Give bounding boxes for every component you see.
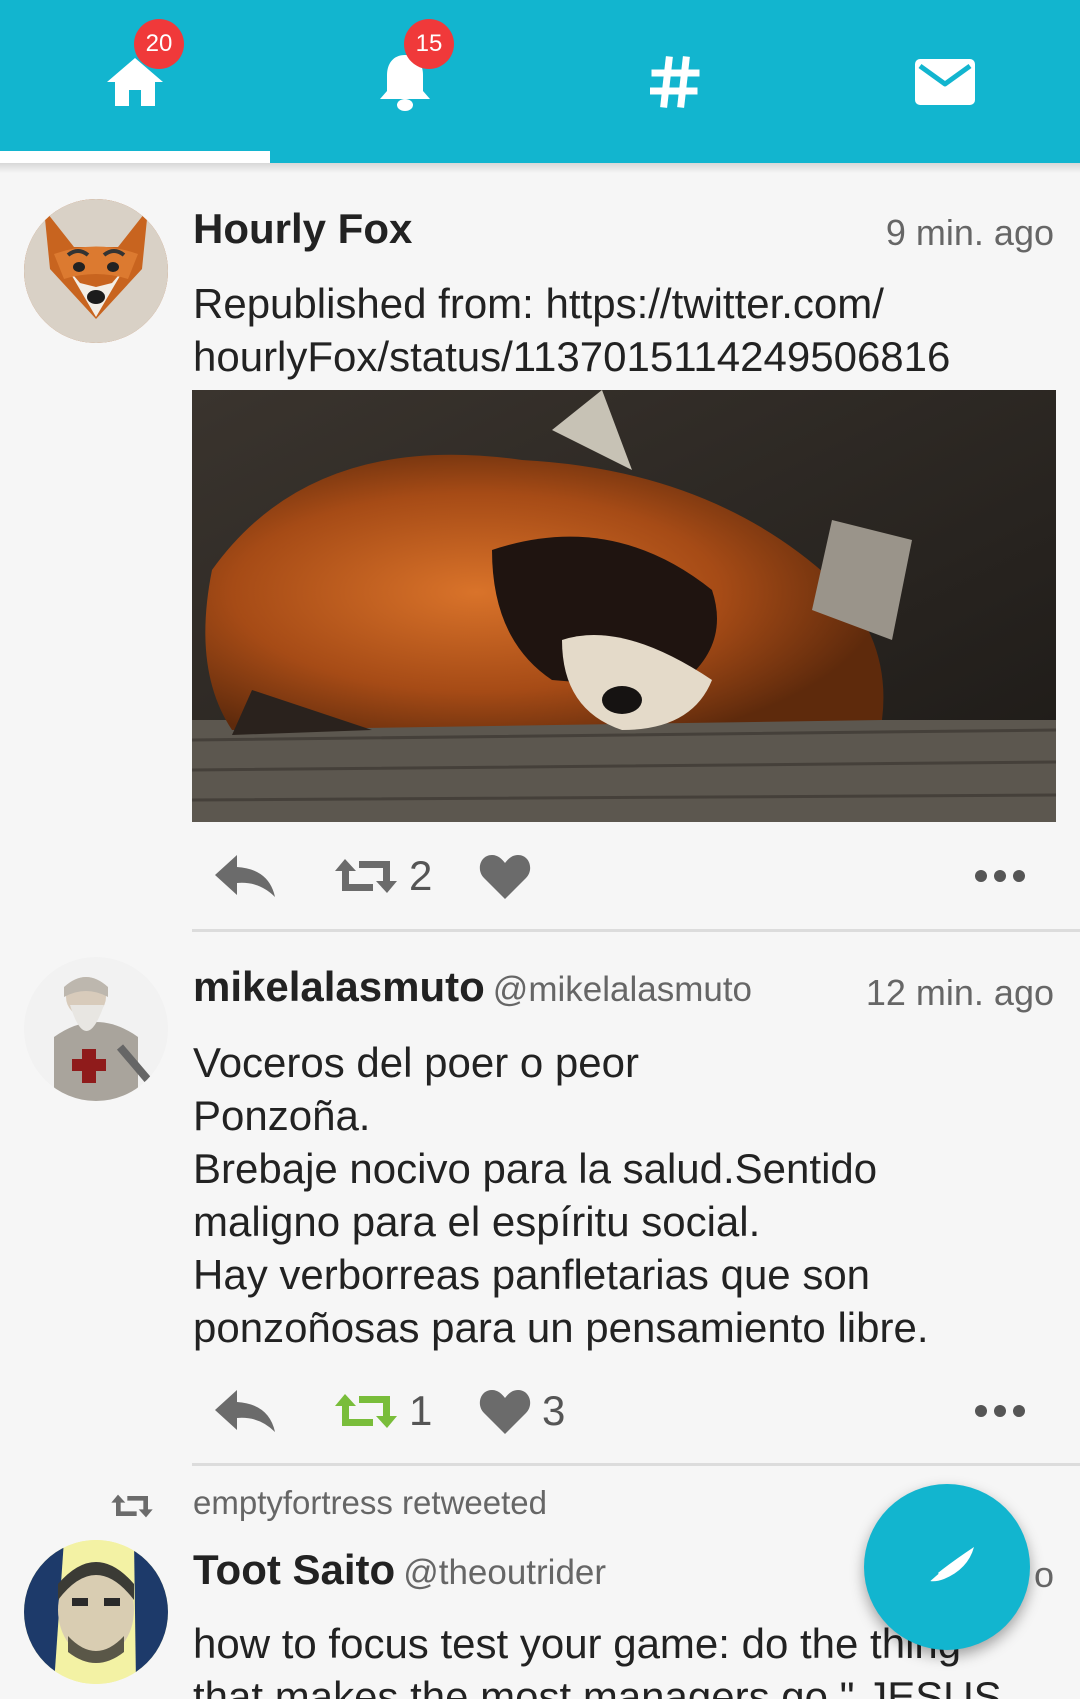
- username: @theoutrider: [403, 1553, 607, 1592]
- reblog-button[interactable]: 2: [333, 846, 432, 906]
- fox-avatar-image: [24, 199, 168, 343]
- status-actions: 2: [193, 846, 1053, 906]
- more-options-button[interactable]: [975, 1381, 1025, 1441]
- more-horizontal-icon: [975, 1405, 1025, 1417]
- author-name[interactable]: Toot Saito @theoutrider: [193, 1546, 606, 1594]
- reblog-count: 1: [409, 1387, 433, 1434]
- heart-icon: [479, 1390, 531, 1434]
- repeat-icon: [335, 859, 397, 893]
- avatar[interactable]: [24, 957, 168, 1101]
- username: @mikelalasmuto: [492, 970, 753, 1009]
- timestamp: 12 min. ago: [865, 972, 1054, 1013]
- display-name: Toot Saito: [193, 1546, 396, 1593]
- media-attachment[interactable]: [192, 390, 1056, 822]
- favourite-button[interactable]: [478, 846, 542, 906]
- author-name[interactable]: mikelalasmuto @mikelalasmuto: [193, 963, 752, 1011]
- compose-button[interactable]: [864, 1484, 1030, 1650]
- reply-button[interactable]: [213, 846, 277, 906]
- tab-home[interactable]: 20: [0, 0, 270, 163]
- toot-saito-avatar-image: [24, 1540, 168, 1684]
- reply-icon: [215, 855, 275, 897]
- tab-notifications[interactable]: 15: [270, 0, 540, 163]
- favourite-count: 3: [542, 1387, 566, 1434]
- reply-button[interactable]: [213, 1381, 277, 1441]
- reblog-count: 2: [409, 852, 433, 899]
- hashtag-icon: [650, 55, 700, 108]
- active-tab-indicator: [0, 151, 270, 163]
- favourite-button[interactable]: 3: [478, 1381, 565, 1441]
- author-name[interactable]: Hourly Fox: [193, 205, 412, 253]
- reblogged-by-text: emptyfortress retweeted: [193, 1484, 547, 1521]
- display-name: mikelalasmuto: [193, 963, 485, 1010]
- reblog-button[interactable]: 1: [333, 1381, 432, 1441]
- notifications-badge: 15: [404, 19, 454, 69]
- timestamp: 9 min. ago: [885, 212, 1054, 253]
- more-horizontal-icon: [975, 870, 1025, 882]
- status-content: Voceros del poer o peor Ponzoña. Brebaje…: [193, 1039, 929, 1351]
- reply-icon: [215, 1390, 275, 1432]
- divider: [192, 929, 1080, 932]
- divider: [192, 1463, 1080, 1466]
- top-tab-bar: 20 15: [0, 0, 1080, 163]
- repeat-icon: [335, 1394, 397, 1428]
- envelope-icon: [915, 58, 975, 105]
- home-badge: 20: [134, 19, 184, 69]
- heart-icon: [479, 855, 531, 899]
- knight-avatar-image: [24, 957, 168, 1101]
- repeat-icon: [111, 1494, 153, 1518]
- more-options-button[interactable]: [975, 846, 1025, 906]
- tab-bar-shadow: [0, 163, 1080, 173]
- avatar[interactable]: [24, 1540, 168, 1684]
- status-actions: 1 3: [193, 1381, 1053, 1441]
- tab-hashtags[interactable]: [540, 0, 810, 163]
- quill-icon: [921, 1547, 974, 1588]
- avatar[interactable]: [24, 199, 168, 343]
- sleeping-fox-image: [192, 390, 1056, 822]
- status-content: Republished from: https://twitter.com/ h…: [193, 280, 951, 380]
- tab-messages[interactable]: [810, 0, 1080, 163]
